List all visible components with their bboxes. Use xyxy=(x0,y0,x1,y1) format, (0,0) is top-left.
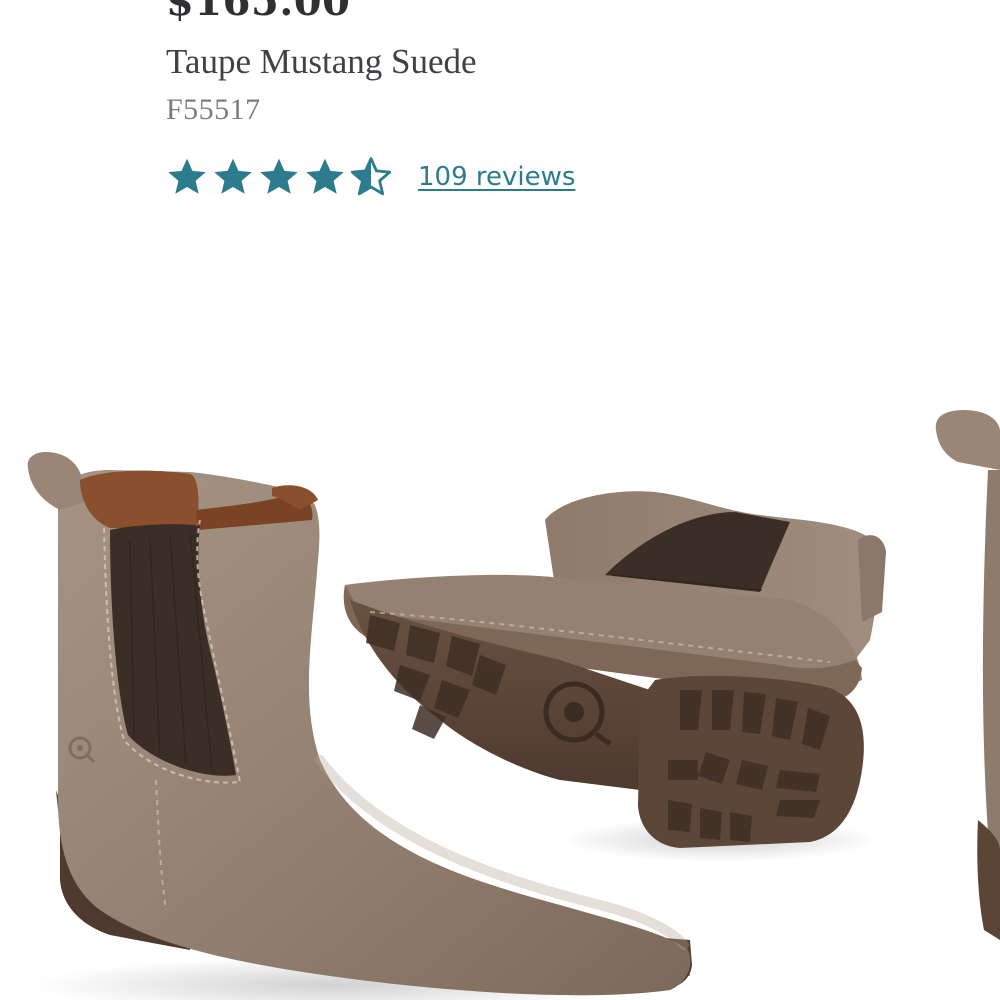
star-full-icon xyxy=(260,158,298,194)
product-color-name: Taupe Mustang Suede xyxy=(166,42,477,81)
product-image-boots xyxy=(27,410,1000,1000)
star-full-icon xyxy=(168,158,206,194)
product-price: $165.00 xyxy=(166,0,351,25)
reviews-link[interactable]: 109 reviews xyxy=(418,162,575,192)
product-rating[interactable]: 109 reviews xyxy=(166,152,575,202)
star-half-icon xyxy=(350,157,392,196)
star-full-icon xyxy=(214,158,252,194)
star-full-icon xyxy=(306,158,344,194)
rating-stars xyxy=(166,156,392,198)
product-sku: F55517 xyxy=(166,93,261,126)
product-image-gallery[interactable] xyxy=(0,250,1000,1000)
next-image-peek xyxy=(935,410,1000,940)
product-info: $165.00 Taupe Mustang Suede F55517 109 r… xyxy=(166,0,1000,220)
back-boot xyxy=(343,491,886,848)
